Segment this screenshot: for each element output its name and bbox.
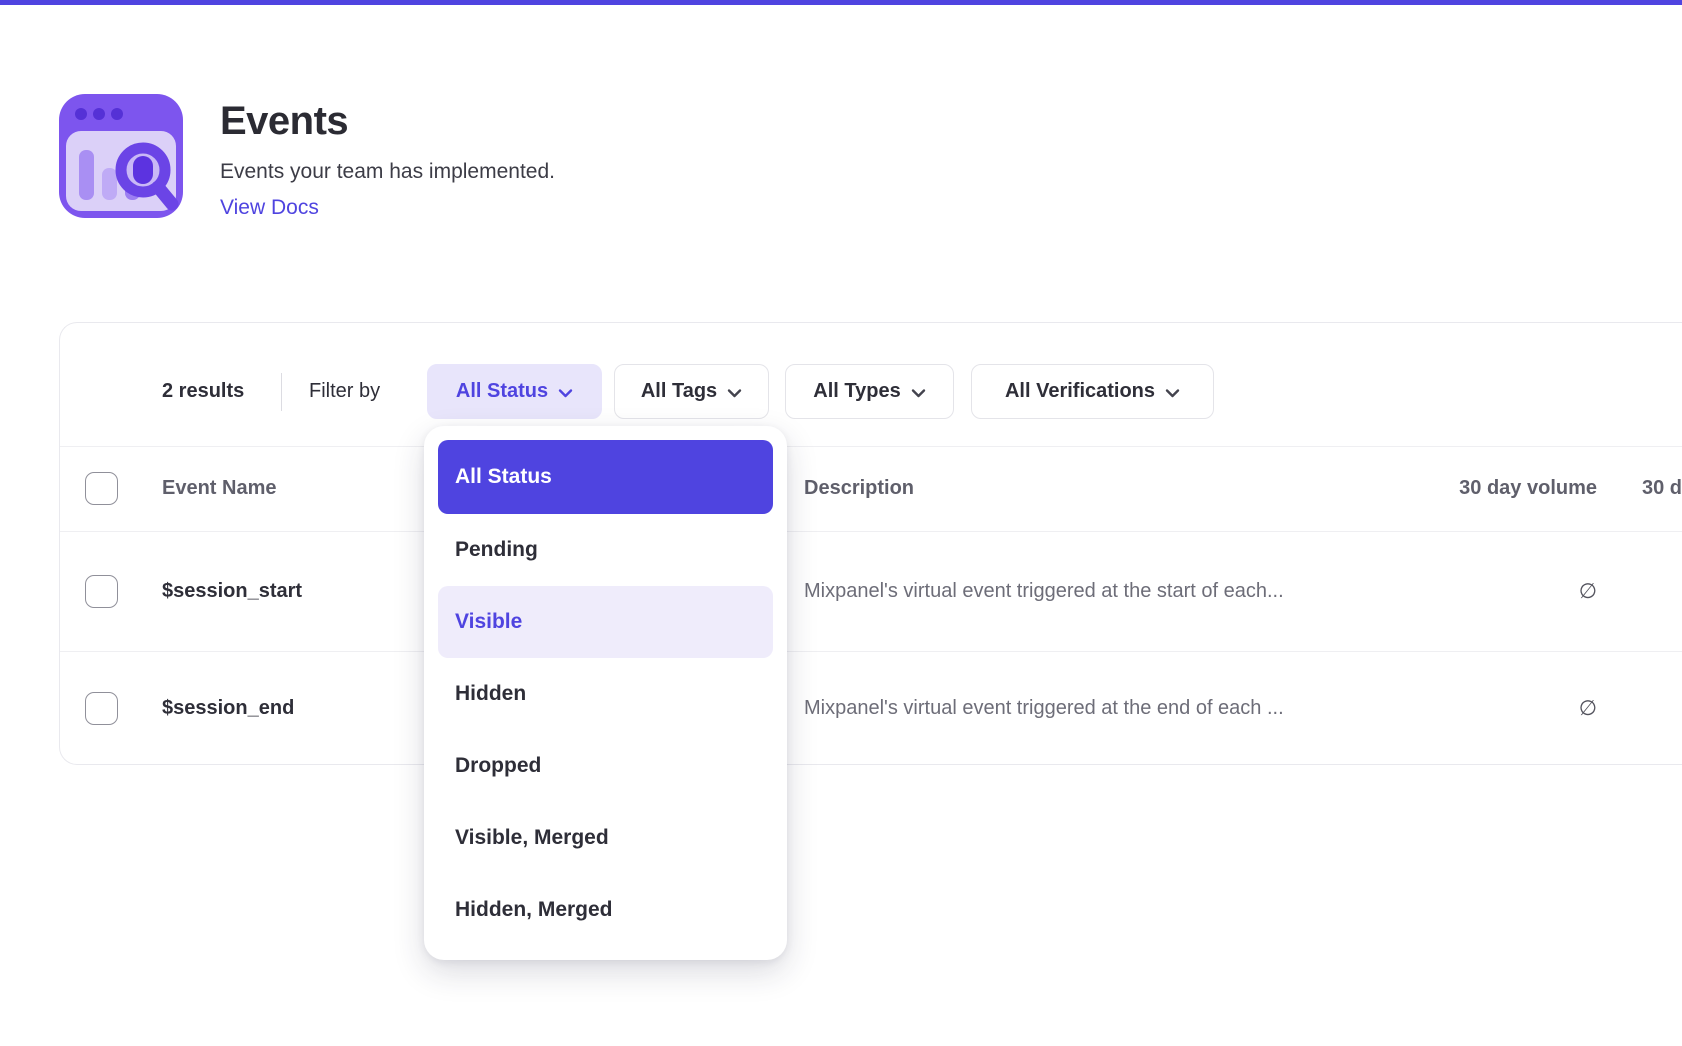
table-row: $session_end Mixpanel's virtual event tr… — [60, 651, 1682, 766]
events-page: Events Events your team has implemented.… — [0, 0, 1682, 1046]
row-checkbox[interactable] — [85, 575, 118, 608]
results-count: 2 results — [162, 364, 244, 419]
column-header-description: Description — [804, 446, 914, 531]
filter-all-verifications-label: All Verifications — [1005, 380, 1155, 403]
events-app-icon — [59, 94, 183, 218]
filter-all-tags-label: All Tags — [641, 380, 717, 403]
dropdown-option-pending[interactable]: Pending — [438, 514, 773, 586]
top-accent-bar — [0, 0, 1682, 5]
page-subtitle: Events your team has implemented. — [220, 160, 555, 184]
filter-all-status-label: All Status — [456, 380, 548, 403]
table-row: $session_start Mixpanel's virtual event … — [60, 531, 1682, 651]
select-all-checkbox[interactable] — [85, 472, 118, 505]
event-description-cell: Mixpanel's virtual event triggered at th… — [804, 531, 1284, 651]
event-description-cell: Mixpanel's virtual event triggered at th… — [804, 651, 1284, 766]
filter-all-status-button[interactable]: All Status — [427, 364, 602, 419]
event-name-cell[interactable]: $session_end — [162, 651, 294, 766]
column-header-event-name: Event Name — [162, 446, 277, 531]
filter-toolbar: 2 results Filter by All Status All Tags … — [60, 364, 1682, 419]
dropdown-option-visible-merged[interactable]: Visible, Merged — [438, 802, 773, 874]
status-filter-dropdown: All Status Pending Visible Hidden Droppe… — [424, 426, 787, 960]
filter-all-verifications-button[interactable]: All Verifications — [971, 364, 1214, 419]
dropdown-option-hidden-merged[interactable]: Hidden, Merged — [438, 874, 773, 946]
view-docs-link[interactable]: View Docs — [220, 196, 319, 220]
event-name-cell[interactable]: $session_start — [162, 531, 302, 651]
column-header-truncated: 30 d — [1642, 446, 1682, 531]
dropdown-option-hidden[interactable]: Hidden — [438, 658, 773, 730]
dropdown-option-all-status[interactable]: All Status — [438, 440, 773, 514]
page-title: Events — [220, 99, 348, 144]
table-header-row: Event Name Description 30 day volume 30 … — [60, 446, 1682, 531]
filter-by-label: Filter by — [309, 364, 380, 419]
chevron-down-icon — [1165, 388, 1180, 398]
filter-all-tags-button[interactable]: All Tags — [614, 364, 769, 419]
toolbar-divider — [281, 373, 282, 411]
column-header-30-day-volume: 30 day volume — [1459, 446, 1597, 531]
row-checkbox[interactable] — [85, 692, 118, 725]
filter-all-types-button[interactable]: All Types — [785, 364, 954, 419]
filter-all-types-label: All Types — [813, 380, 900, 403]
chevron-down-icon — [727, 388, 742, 398]
event-volume-cell: ∅ — [1579, 531, 1597, 651]
dropdown-option-visible[interactable]: Visible — [438, 586, 773, 658]
chevron-down-icon — [558, 388, 573, 398]
events-card: 2 results Filter by All Status All Tags … — [59, 322, 1682, 765]
event-volume-cell: ∅ — [1579, 651, 1597, 766]
chevron-down-icon — [911, 388, 926, 398]
dropdown-option-dropped[interactable]: Dropped — [438, 730, 773, 802]
